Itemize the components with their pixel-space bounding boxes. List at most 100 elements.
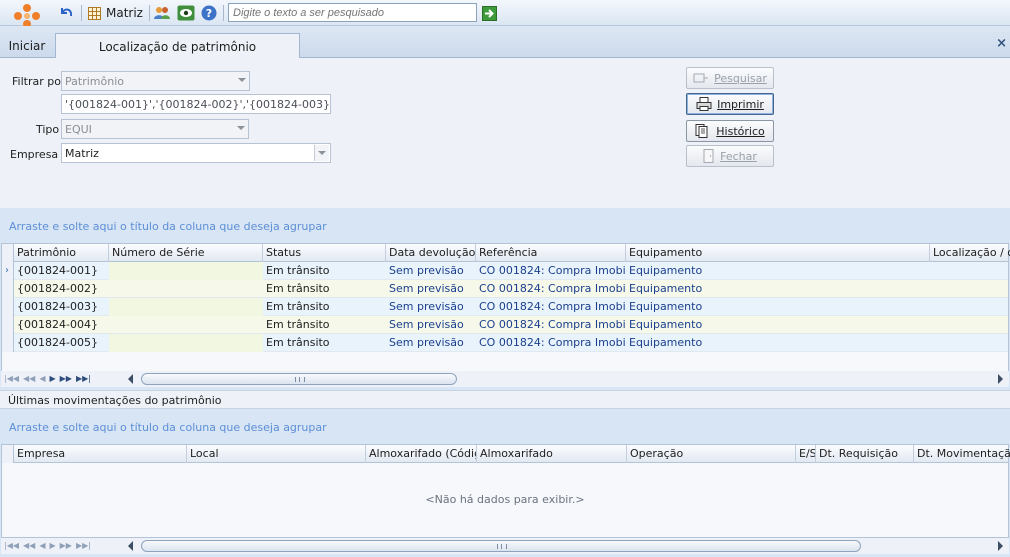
tab-home[interactable]: Iniciar xyxy=(4,34,50,58)
column-header-local[interactable]: Local xyxy=(187,445,366,463)
go-arrow-icon[interactable] xyxy=(480,3,498,23)
column-header-almoxarifado[interactable]: Almoxarifado xyxy=(477,445,627,463)
tab-strip: Iniciar Localização de patrimônio × xyxy=(0,26,1010,59)
cell-patrimonio[interactable]: {001824-003} xyxy=(14,298,109,316)
scroll-right-icon[interactable] xyxy=(998,541,1003,551)
scroll-thumb[interactable] xyxy=(141,540,861,552)
column-header-dt-movimentacao[interactable]: Dt. Movimentação xyxy=(914,445,1010,463)
previous-page-icon[interactable]: ◀◀ xyxy=(23,374,35,383)
next-page-icon[interactable]: ▶▶ xyxy=(60,374,72,383)
cell-serie[interactable] xyxy=(109,280,263,298)
svg-text:?: ? xyxy=(206,7,212,20)
table-row[interactable]: {001824-005} Em trânsito Sem previsão CO… xyxy=(2,334,1008,352)
cell-patrimonio[interactable]: {001824-005} xyxy=(14,334,109,352)
previous-record-icon[interactable]: ◀ xyxy=(39,374,45,383)
cell-referencia[interactable]: CO 001824: Compra Imobilizac xyxy=(476,280,626,298)
column-header-almox-codigo[interactable]: Almoxarifado (Código) xyxy=(366,445,477,463)
help-icon[interactable]: ? xyxy=(199,3,219,23)
eye-icon[interactable] xyxy=(176,3,196,23)
previous-record-icon[interactable]: ◀ xyxy=(39,541,45,550)
cell-devolucao[interactable]: Sem previsão xyxy=(386,316,476,334)
column-header-dt-requisicao[interactable]: Dt. Requisição xyxy=(816,445,914,463)
cell-equipamento[interactable]: Equipamento xyxy=(626,280,930,298)
close-button[interactable]: Fechar xyxy=(686,145,774,167)
cell-referencia[interactable]: CO 001824: Compra Imobilizac xyxy=(476,298,626,316)
chevron-down-icon xyxy=(318,151,326,155)
assets-grid: Patrimônio Número de Série Status Data d… xyxy=(1,243,1010,373)
next-page-icon[interactable]: ▶▶ xyxy=(60,541,72,550)
cell-serie[interactable] xyxy=(109,298,263,316)
assets-grid-area: Arraste e solte aqui o título da coluna … xyxy=(0,208,1010,390)
next-record-icon[interactable]: ▶ xyxy=(49,541,55,550)
column-header-devolucao[interactable]: Data devolução xyxy=(386,244,476,262)
cell-equipamento[interactable]: Equipamento xyxy=(626,262,930,280)
cell-status[interactable]: Em trânsito xyxy=(263,334,386,352)
cell-status[interactable]: Em trânsito xyxy=(263,316,386,334)
column-header-serie[interactable]: Número de Série xyxy=(109,244,263,262)
cell-patrimonio[interactable]: {001824-002} xyxy=(14,280,109,298)
record-navigator[interactable]: |◀◀ ◀◀ ◀ ▶ ▶▶ ▶▶| xyxy=(4,541,91,550)
type-select[interactable]: EQUI xyxy=(61,119,249,139)
top-toolbar: Matriz ? xyxy=(0,0,1010,34)
print-button[interactable]: Imprimir xyxy=(686,93,774,115)
column-header-status[interactable]: Status xyxy=(263,244,386,262)
column-header-referencia[interactable]: Referência xyxy=(476,244,626,262)
search-input[interactable] xyxy=(228,3,477,22)
cell-status[interactable]: Em trânsito xyxy=(263,298,386,316)
cell-devolucao[interactable]: Sem previsão xyxy=(386,298,476,316)
column-header-operacao[interactable]: Operação xyxy=(627,445,796,463)
grid-scrollbar[interactable]: |◀◀ ◀◀ ◀ ▶ ▶▶ ▶▶| xyxy=(1,538,1009,554)
company-selector-button[interactable]: Matriz xyxy=(88,3,148,23)
movements-grid-area: Arraste e solte aqui o título da coluna … xyxy=(0,409,1010,557)
cell-equipamento[interactable]: Equipamento xyxy=(626,316,930,334)
group-by-hint: Arraste e solte aqui o título da coluna … xyxy=(9,421,327,434)
column-header-equipamento[interactable]: Equipamento xyxy=(626,244,930,262)
table-row[interactable]: {001824-004} Em trânsito Sem previsão CO… xyxy=(2,316,1008,334)
cell-patrimonio[interactable]: {001824-004} xyxy=(14,316,109,334)
first-record-icon[interactable]: |◀◀ xyxy=(4,374,19,383)
column-header-es[interactable]: E/S xyxy=(796,445,816,463)
first-record-icon[interactable]: |◀◀ xyxy=(4,541,19,550)
search-button[interactable]: Pesquisar xyxy=(686,67,774,89)
next-record-icon[interactable]: ▶ xyxy=(49,374,55,383)
table-row[interactable]: {001824-003} Em trânsito Sem previsão CO… xyxy=(2,298,1008,316)
cell-status[interactable]: Em trânsito xyxy=(263,262,386,280)
scroll-thumb[interactable] xyxy=(141,373,457,385)
company-select[interactable]: Matriz xyxy=(61,143,331,163)
cell-serie[interactable] xyxy=(109,262,263,280)
cell-serie[interactable] xyxy=(109,334,263,352)
grid-icon xyxy=(88,6,101,20)
column-header-patrimonio[interactable]: Patrimônio xyxy=(14,244,109,262)
tab-localizacao[interactable]: Localização de patrimônio xyxy=(55,33,300,59)
cell-devolucao[interactable]: Sem previsão xyxy=(386,334,476,352)
grid-scrollbar[interactable]: |◀◀ ◀◀ ◀ ▶ ▶▶ ▶▶| xyxy=(1,371,1009,387)
cell-referencia[interactable]: CO 001824: Compra Imobilizac xyxy=(476,316,626,334)
previous-page-icon[interactable]: ◀◀ xyxy=(23,541,35,550)
users-icon[interactable] xyxy=(152,3,172,23)
cell-patrimonio[interactable]: {001824-001} xyxy=(14,262,109,280)
last-record-icon[interactable]: ▶▶| xyxy=(76,541,91,550)
filter-by-select[interactable]: Patrimônio xyxy=(61,71,250,91)
cell-equipamento[interactable]: Equipamento xyxy=(626,334,930,352)
record-navigator[interactable]: |◀◀ ◀◀ ◀ ▶ ▶▶ ▶▶| xyxy=(4,374,91,383)
scroll-left-icon[interactable] xyxy=(128,541,133,551)
close-tab-icon[interactable]: × xyxy=(996,36,1007,51)
history-button[interactable]: Histórico xyxy=(686,120,774,142)
cell-referencia[interactable]: CO 001824: Compra Imobilizac xyxy=(476,334,626,352)
column-header-localizacao[interactable]: Localização / clie xyxy=(930,244,1010,262)
cell-devolucao[interactable]: Sem previsão xyxy=(386,280,476,298)
cell-equipamento[interactable]: Equipamento xyxy=(626,298,930,316)
undo-icon[interactable] xyxy=(56,3,76,23)
scroll-left-icon[interactable] xyxy=(128,374,133,384)
type-label: Tipo xyxy=(36,123,60,136)
asset-codes-field[interactable]: '{001824-001}','{001824-002}','{001824-0… xyxy=(61,94,331,114)
column-header-empresa[interactable]: Empresa xyxy=(14,445,187,463)
last-record-icon[interactable]: ▶▶| xyxy=(76,374,91,383)
cell-status[interactable]: Em trânsito xyxy=(263,280,386,298)
table-row[interactable]: {001824-002} Em trânsito Sem previsão CO… xyxy=(2,280,1008,298)
cell-devolucao[interactable]: Sem previsão xyxy=(386,262,476,280)
table-row[interactable]: › {001824-001} Em trânsito Sem previsão … xyxy=(2,262,1008,280)
cell-referencia[interactable]: CO 001824: Compra Imobilizac xyxy=(476,262,626,280)
cell-serie[interactable] xyxy=(109,316,263,334)
scroll-right-icon[interactable] xyxy=(998,374,1003,384)
